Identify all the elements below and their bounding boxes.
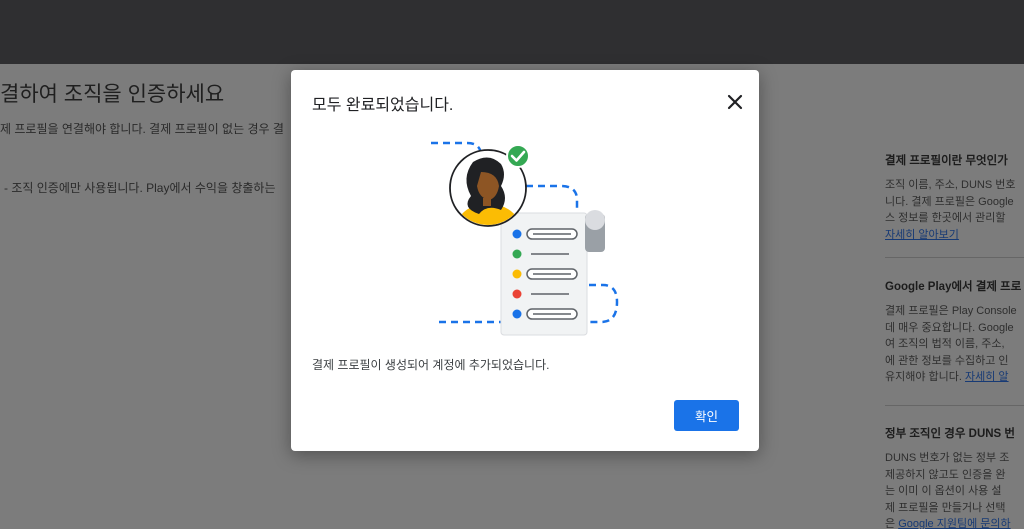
- help-line: 니다. 결제 프로필은 Google: [885, 195, 1014, 208]
- page-title: 결하여 조직을 인증하세요: [0, 83, 225, 106]
- help-section-body: 결제 프로필은 Play Console 데 매우 중요합니다. Google …: [885, 303, 1024, 386]
- close-icon: [727, 94, 743, 110]
- divider: [885, 257, 1024, 258]
- dashed-connector: [526, 184, 579, 213]
- learn-more-link[interactable]: 자세히 알아보기: [885, 227, 1024, 244]
- help-section: Google Play에서 결제 프로 결제 프로필은 Play Console…: [885, 278, 1024, 386]
- help-line: 유지해야 합니다. 자세히 알: [885, 369, 1024, 386]
- help-line-text: 은: [885, 518, 896, 529]
- completion-dialog: 모두 완료되었습니다. 결제 프로필이 생성되어 계정에 추가되었습니다. 확인: [291, 70, 759, 451]
- help-section-body: DUNS 번호가 없는 정부 조 제공하지 않고도 인증을 완 는 이미 이 옵…: [885, 450, 1024, 529]
- top-app-bar: [0, 0, 1024, 64]
- help-line: 여 조직의 법적 이름, 주소,: [885, 338, 1005, 350]
- support-link[interactable]: Google 지원팀에 문의하: [898, 518, 1010, 529]
- help-section-heading: 정부 조직인 경우 DUNS 번: [885, 428, 1016, 440]
- help-line: 은 Google 지원팀에 문의하: [885, 516, 1024, 529]
- help-line: DUNS 번호가 없는 정부 조: [885, 452, 1010, 464]
- help-line: 에 관한 정보를 수집하고 인: [885, 354, 1009, 367]
- help-section: 결제 프로필이란 무엇인가 조직 이름, 주소, DUNS 번호 니다. 결제 …: [885, 152, 1024, 243]
- confirm-button[interactable]: 확인: [674, 400, 739, 431]
- help-line: 제 프로필을 만들거나 선택: [885, 501, 1006, 514]
- dashed-connector: [587, 283, 619, 324]
- dialog-message: 결제 프로필이 생성되어 계정에 추가되었습니다.: [312, 358, 550, 372]
- help-line: 데 매우 중요합니다. Google: [885, 321, 1014, 334]
- help-line: 스 정보를 한곳에서 관리할: [885, 212, 1006, 224]
- learn-more-link[interactable]: 자세히 알: [965, 371, 1009, 383]
- help-section-heading: Google Play에서 결제 프로: [885, 281, 1022, 293]
- help-section-heading: 결제 프로필이란 무엇인가: [885, 155, 1008, 167]
- page-description: 제 프로필을 연결해야 합니다. 결제 프로필이 없는 경우 결: [0, 122, 284, 136]
- help-line: 제공하지 않고도 인증을 완: [885, 468, 1006, 481]
- help-line-text: 유지해야 합니다.: [885, 371, 962, 383]
- help-line: 결제 프로필은 Play Console: [885, 305, 1017, 317]
- help-section-body: 조직 이름, 주소, DUNS 번호 니다. 결제 프로필은 Google 스 …: [885, 177, 1024, 243]
- check-icon: [506, 144, 530, 168]
- help-section: 정부 조직인 경우 DUNS 번 DUNS 번호가 없는 정부 조 제공하지 않…: [885, 425, 1024, 529]
- help-sidebar: 결제 프로필이란 무엇인가 조직 이름, 주소, DUNS 번호 니다. 결제 …: [868, 64, 1024, 529]
- dialog-title: 모두 완료되었습니다.: [312, 97, 454, 114]
- help-line: 조직 이름, 주소, DUNS 번호: [885, 179, 1016, 191]
- profile-created-illustration: [431, 141, 619, 336]
- close-button[interactable]: [725, 92, 745, 112]
- help-line: 는 이미 이 옵션이 사용 설: [885, 485, 1002, 497]
- page-note: - 조직 인증에만 사용됩니다. Play에서 수익을 창출하는: [4, 181, 276, 195]
- divider: [885, 405, 1024, 406]
